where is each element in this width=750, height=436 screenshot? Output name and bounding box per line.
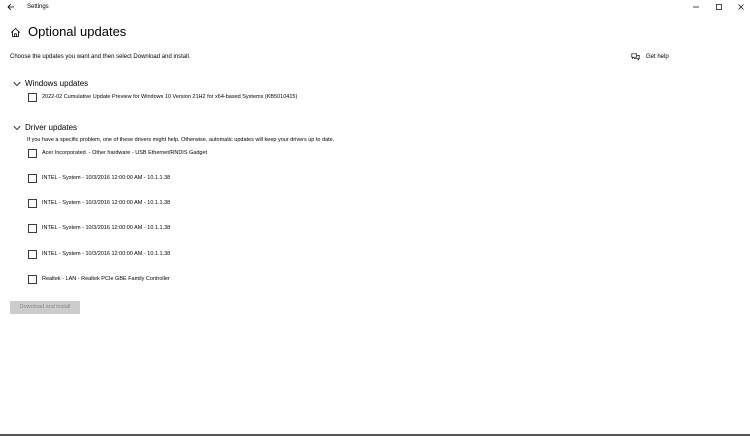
driver-label: Realtek - LAN - Realtek PCIe GBE Family … [42, 276, 170, 282]
windows-updates-header[interactable]: Windows updates [12, 78, 88, 89]
close-icon [738, 4, 744, 10]
title-bar: Settings [0, 0, 750, 14]
driver-item-5[interactable]: Realtek - LAN - Realtek PCIe GBE Family … [28, 275, 170, 284]
update-item-windows-0[interactable]: 2022-02 Cumulative Update Preview for Wi… [28, 93, 297, 102]
driver-checkbox[interactable] [28, 149, 37, 158]
home-button[interactable] [9, 26, 21, 38]
back-button[interactable] [4, 1, 18, 13]
driver-item-0[interactable]: Acer Incorporated. - Other hardware - US… [28, 149, 207, 158]
chat-help-icon [631, 53, 640, 61]
driver-checkbox[interactable] [28, 174, 37, 183]
close-button[interactable] [727, 0, 750, 14]
update-checkbox[interactable] [28, 93, 37, 102]
driver-label: Acer Incorporated. - Other hardware - US… [42, 150, 208, 156]
update-label: 2022-02 Cumulative Update Preview for Wi… [42, 94, 298, 100]
driver-updates-note: If you have a specific problem, one of t… [27, 137, 335, 143]
driver-item-2[interactable]: INTEL - System - 10/3/2016 12:00:00 AM -… [28, 199, 170, 208]
download-install-button[interactable]: Download and install [10, 301, 80, 314]
windows-updates-title: Windows updates [25, 79, 89, 88]
back-arrow-icon [7, 3, 14, 11]
driver-item-1[interactable]: INTEL - System - 10/3/2016 12:00:00 AM -… [28, 174, 170, 183]
driver-label: INTEL - System - 10/3/2016 12:00:00 AM -… [42, 175, 171, 181]
minimize-icon [693, 6, 699, 8]
page-title: Optional updates [28, 24, 127, 39]
get-help-link[interactable]: Get help [631, 52, 669, 62]
get-help-label: Get help [646, 54, 669, 60]
chevron-down-icon [12, 123, 22, 133]
driver-checkbox[interactable] [28, 224, 37, 233]
driver-item-3[interactable]: INTEL - System - 10/3/2016 12:00:00 AM -… [28, 224, 170, 233]
driver-updates-title: Driver updates [25, 123, 78, 132]
driver-label: INTEL - System - 10/3/2016 12:00:00 AM -… [42, 225, 171, 231]
driver-label: INTEL - System - 10/3/2016 12:00:00 AM -… [42, 251, 171, 257]
driver-checkbox[interactable] [28, 250, 37, 259]
chevron-down-icon [12, 79, 22, 89]
driver-label: INTEL - System - 10/3/2016 12:00:00 AM -… [42, 200, 171, 206]
driver-checkbox[interactable] [28, 199, 37, 208]
driver-item-4[interactable]: INTEL - System - 10/3/2016 12:00:00 AM -… [28, 250, 170, 259]
driver-checkbox[interactable] [28, 275, 37, 284]
window-title: Settings [27, 4, 49, 10]
page-subtitle: Choose the updates you want and then sel… [10, 54, 191, 60]
driver-updates-header[interactable]: Driver updates [12, 122, 77, 133]
maximize-icon [716, 4, 722, 10]
home-icon [10, 27, 20, 37]
